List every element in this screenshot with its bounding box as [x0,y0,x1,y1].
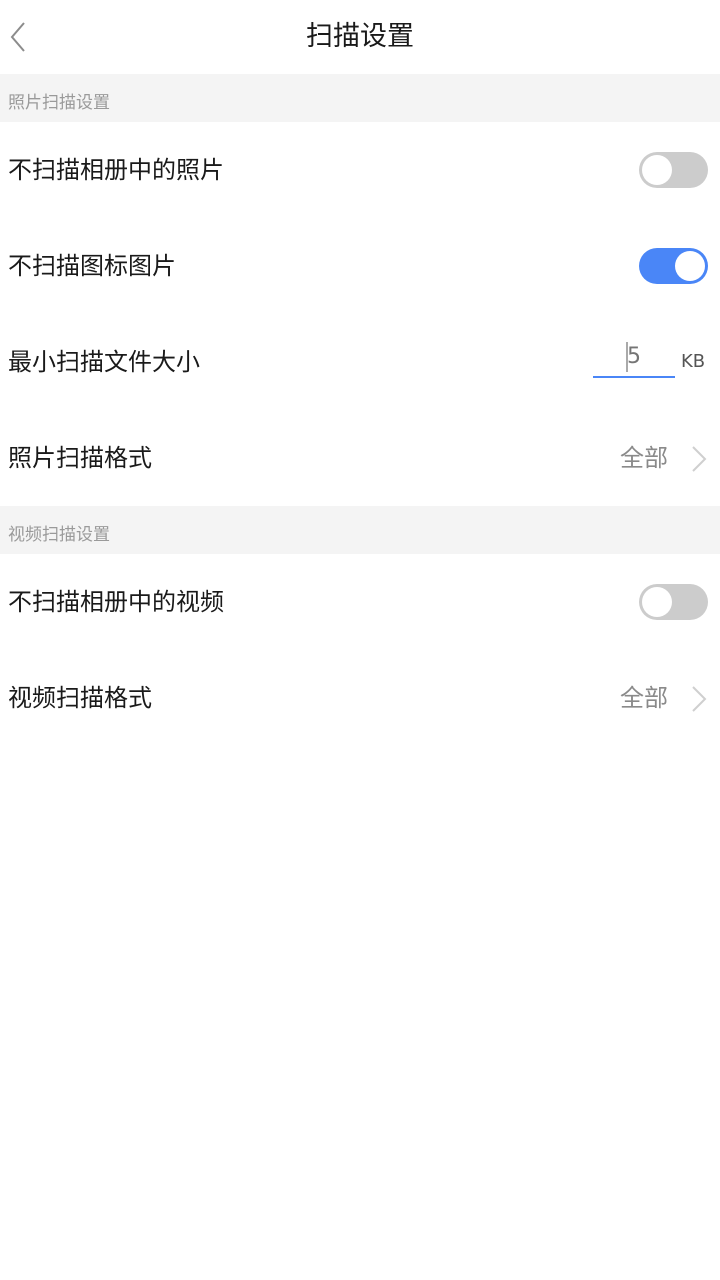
row-label: 不扫描图标图片 [8,252,176,280]
row-photo-format[interactable]: 照片扫描格式 全部 [0,410,720,506]
chevron-right-icon [692,446,707,472]
min-file-size-input[interactable] [593,336,675,378]
video-format-value: 全部 [620,684,668,712]
text-cursor [626,342,628,372]
row-label: 视频扫描格式 [8,684,152,712]
size-unit-label: KB [681,351,706,372]
section-header-label: 视频扫描设置 [8,525,110,545]
page-title: 扫描设置 [306,21,414,52]
toggle-knob [675,251,705,281]
toggle-knob [642,155,672,185]
row-label: 不扫描相册中的视频 [8,588,224,616]
row-video-format[interactable]: 视频扫描格式 全部 [0,650,720,746]
row-skip-album-videos: 不扫描相册中的视频 [0,554,720,650]
nav-bar: 扫描设置 [0,0,720,74]
skip-album-videos-toggle[interactable] [639,584,708,620]
skip-album-photos-toggle[interactable] [639,152,708,188]
section-header-label: 照片扫描设置 [8,93,110,113]
toggle-knob [642,587,672,617]
row-skip-album-photos: 不扫描相册中的照片 [0,122,720,218]
section-header-video: 视频扫描设置 [0,506,720,554]
section-header-photo: 照片扫描设置 [0,74,720,122]
chevron-right-icon [692,686,707,712]
skip-icon-images-toggle[interactable] [639,248,708,284]
row-min-file-size: 最小扫描文件大小 KB [0,314,720,410]
row-label: 最小扫描文件大小 [8,348,200,376]
row-label: 照片扫描格式 [8,444,152,472]
row-skip-icon-images: 不扫描图标图片 [0,218,720,314]
photo-format-value: 全部 [620,444,668,472]
row-label: 不扫描相册中的照片 [8,156,224,184]
